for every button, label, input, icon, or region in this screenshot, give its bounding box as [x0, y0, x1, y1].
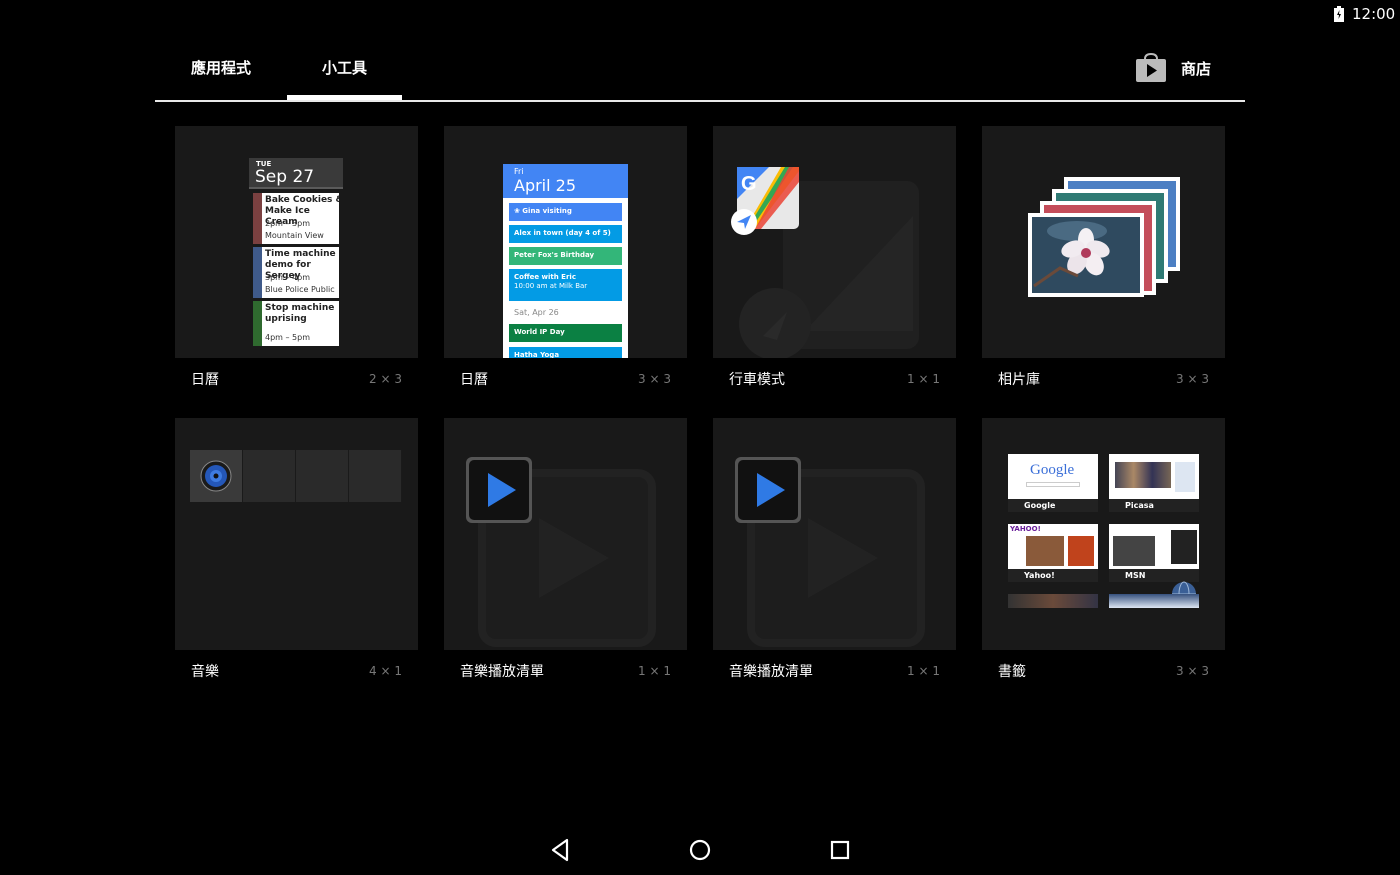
- widget-preview: TUE Sep 27 Bake Cookies & Make Ice Cream…: [175, 126, 418, 358]
- bookmark-thumbnail: MSN: [1109, 524, 1199, 582]
- tab-apps[interactable]: 應用程式: [155, 40, 287, 100]
- widget-name: 日曆: [460, 372, 488, 388]
- calendar-event: World IP Day: [509, 324, 622, 342]
- bookmark-thumbnail: [1109, 594, 1199, 608]
- widget-name: 音樂播放清單: [729, 664, 813, 680]
- bookmark-thumbnail: Picasa: [1109, 454, 1199, 512]
- battery-charging-icon: [1334, 6, 1344, 22]
- widget-size: 1 × 1: [907, 664, 940, 678]
- recents-icon[interactable]: [825, 835, 855, 865]
- speaker-icon: [200, 460, 232, 492]
- widget-preview: [713, 418, 956, 650]
- tab-widgets[interactable]: 小工具: [287, 40, 402, 100]
- widget-tile-music-playlist[interactable]: 音樂播放清單 1 × 1: [444, 418, 687, 688]
- music-strip-preview: [190, 450, 402, 502]
- tab-bar: 應用程式 小工具 商店: [155, 40, 1245, 102]
- bookmark-thumbnail: YAHOO! Yahoo!: [1008, 524, 1098, 582]
- widget-preview: [175, 418, 418, 650]
- widget-preview: G: [713, 126, 956, 358]
- widget-preview: Google Google Picasa YAHOO! Yahoo! MSN: [982, 418, 1225, 650]
- calendar-event: Coffee with Eric 10:00 am at Milk Bar: [509, 269, 622, 301]
- back-icon[interactable]: [545, 835, 575, 865]
- bookmark-label: Picasa: [1109, 499, 1199, 512]
- calendar-event: Time machine demo for Sergey 3pm – 4pm B…: [253, 247, 339, 298]
- svg-text:G: G: [741, 173, 757, 195]
- home-icon[interactable]: [685, 835, 715, 865]
- bookmark-label: Yahoo!: [1008, 569, 1098, 582]
- widget-tile-calendar-3x3[interactable]: Fri April 25 ❀ Gina visiting Alex in tow…: [444, 126, 687, 396]
- widget-size: 2 × 3: [369, 372, 402, 386]
- clock: 12:00: [1352, 5, 1396, 23]
- widget-name: 音樂播放清單: [460, 664, 544, 680]
- widget-name: 日曆: [191, 372, 219, 388]
- calendar-event: ❀ Gina visiting: [509, 203, 622, 221]
- widget-size: 1 × 1: [907, 372, 940, 386]
- calendar-date-separator: Sat, Apr 26: [514, 308, 559, 317]
- widget-size: 4 × 1: [369, 664, 402, 678]
- widget-size: 1 × 1: [638, 664, 671, 678]
- bookmark-label: Google: [1008, 499, 1098, 512]
- tab-indicator: [287, 95, 402, 100]
- widget-size: 3 × 3: [1176, 664, 1209, 678]
- widget-preview: [982, 126, 1225, 358]
- calendar-event: Hatha Yoga: [509, 347, 622, 358]
- calendar-agenda-preview: TUE Sep 27 Bake Cookies & Make Ice Cream…: [249, 158, 343, 358]
- calendar-event: Stop machine uprising 4pm – 5pm: [253, 301, 339, 346]
- widget-size: 3 × 3: [1176, 372, 1209, 386]
- widget-name: 相片庫: [998, 372, 1040, 388]
- store-button[interactable]: 商店: [1135, 52, 1211, 84]
- calendar-event: Alex in town (day 4 of 5): [509, 225, 622, 243]
- navigation-bar: [0, 820, 1400, 875]
- photo-stack-icon: [1028, 177, 1180, 297]
- widget-name: 行車模式: [729, 372, 785, 388]
- calendar-date: April 25: [514, 176, 577, 195]
- calendar-date: Sep 27: [255, 167, 315, 187]
- widget-tile-music-playlist[interactable]: 音樂播放清單 1 × 1: [713, 418, 956, 688]
- widget-preview: [444, 418, 687, 650]
- widget-preview: Fri April 25 ❀ Gina visiting Alex in tow…: [444, 126, 687, 358]
- play-store-icon: [1135, 53, 1166, 82]
- calendar-month-preview: Fri April 25 ❀ Gina visiting Alex in tow…: [503, 164, 628, 358]
- maps-icon: G: [731, 167, 919, 358]
- bookmark-thumbnail: [1008, 594, 1098, 608]
- calendar-event: Peter Fox's Birthday: [509, 247, 622, 265]
- widget-tile-driving-mode[interactable]: G 行車模式 1 × 1: [713, 126, 956, 396]
- widget-tile-music[interactable]: 音樂 4 × 1: [175, 418, 418, 688]
- widget-tile-calendar-2x3[interactable]: TUE Sep 27 Bake Cookies & Make Ice Cream…: [175, 126, 418, 396]
- widget-name: 書籤: [998, 664, 1026, 680]
- widget-tile-bookmarks[interactable]: Google Google Picasa YAHOO! Yahoo! MSN 書: [982, 418, 1225, 688]
- widget-name: 音樂: [191, 664, 219, 680]
- calendar-event: Bake Cookies & Make Ice Cream 2pm – 3pm …: [253, 193, 339, 244]
- bookmark-thumbnail: Google Google: [1008, 454, 1098, 512]
- calendar-day-of-week: Fri: [514, 167, 524, 176]
- widget-size: 3 × 3: [638, 372, 671, 386]
- status-bar: 12:00: [0, 0, 1400, 28]
- widget-tile-gallery[interactable]: 相片庫 3 × 3: [982, 126, 1225, 396]
- play-button-icon: [735, 457, 925, 647]
- store-label: 商店: [1180, 59, 1211, 78]
- play-button-icon: [466, 457, 656, 647]
